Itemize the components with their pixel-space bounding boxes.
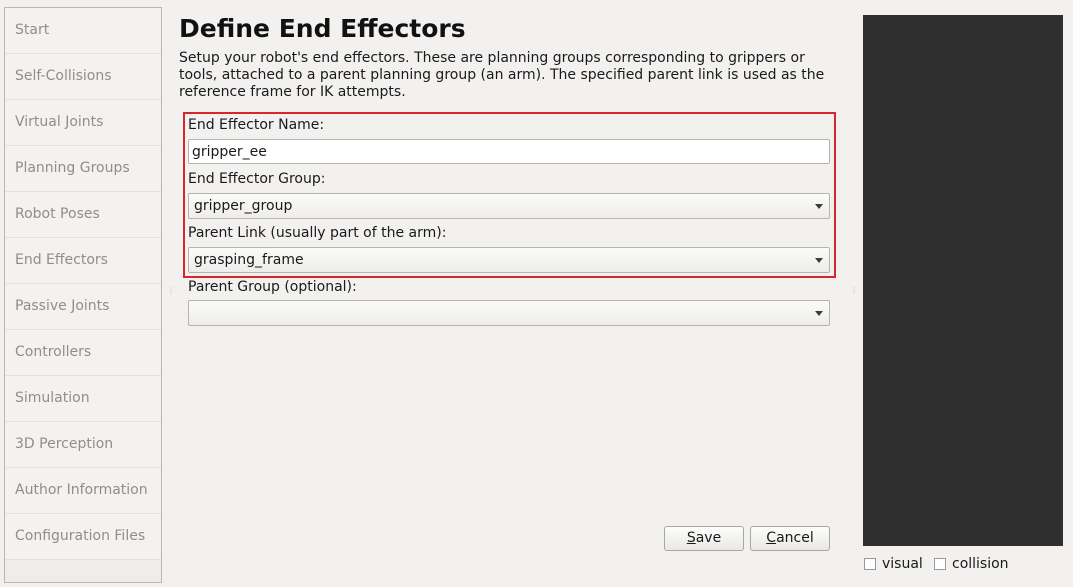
- sidebar-item-robot-poses[interactable]: Robot Poses: [5, 192, 161, 238]
- visual-checkbox[interactable]: [864, 558, 876, 570]
- parent-group-select[interactable]: [188, 300, 830, 326]
- chevron-down-icon: [815, 311, 823, 316]
- save-button[interactable]: Save: [664, 526, 744, 551]
- end-effector-name-input[interactable]: [188, 139, 830, 164]
- right-splitter-handle[interactable]: ⋮: [850, 287, 858, 295]
- sidebar-item-self-collisions[interactable]: Self-Collisions: [5, 54, 161, 100]
- end-effector-name-label: End Effector Name:: [188, 117, 325, 133]
- collision-checkbox[interactable]: [934, 558, 946, 570]
- sidebar-item-planning-groups[interactable]: Planning Groups: [5, 146, 161, 192]
- sidebar-nav: Start Self-Collisions Virtual Joints Pla…: [4, 7, 162, 583]
- sidebar-item-passive-joints[interactable]: Passive Joints: [5, 284, 161, 330]
- left-splitter-handle[interactable]: ⋮: [167, 287, 175, 295]
- save-button-mnemonic: S: [686, 530, 696, 546]
- sidebar-item-simulation[interactable]: Simulation: [5, 376, 161, 422]
- collision-toggle[interactable]: collision: [934, 556, 1009, 572]
- chevron-down-icon: [815, 258, 823, 263]
- collision-label: collision: [952, 556, 1009, 572]
- main-panel: Define End Effectors Setup your robot's …: [179, 12, 839, 101]
- end-effector-group-label: End Effector Group:: [188, 171, 326, 187]
- sidebar-item-author-information[interactable]: Author Information: [5, 468, 161, 514]
- sidebar-item-controllers[interactable]: Controllers: [5, 330, 161, 376]
- sidebar-item-configuration-files[interactable]: Configuration Files: [5, 514, 161, 560]
- sidebar-item-end-effectors[interactable]: End Effectors: [5, 238, 161, 284]
- sidebar-item-virtual-joints[interactable]: Virtual Joints: [5, 100, 161, 146]
- parent-group-label: Parent Group (optional):: [188, 279, 357, 295]
- page-description: Setup your robot's end effectors. These …: [179, 50, 825, 100]
- parent-link-value: grasping_frame: [194, 252, 304, 268]
- sidebar-item-3d-perception[interactable]: 3D Perception: [5, 422, 161, 468]
- visual-label: visual: [882, 556, 923, 572]
- chevron-down-icon: [815, 204, 823, 209]
- moveit-setup-assistant: Start Self-Collisions Virtual Joints Pla…: [0, 0, 1073, 587]
- sidebar-item-start[interactable]: Start: [5, 8, 161, 54]
- end-effector-group-value: gripper_group: [194, 198, 293, 214]
- parent-link-label: Parent Link (usually part of the arm):: [188, 225, 447, 241]
- save-button-label: ave: [695, 530, 722, 546]
- cancel-button-label: ancel: [776, 530, 814, 546]
- robot-3d-viewer[interactable]: [863, 15, 1063, 546]
- page-title: Define End Effectors: [179, 14, 466, 43]
- end-effector-group-select[interactable]: gripper_group: [188, 193, 830, 219]
- visual-toggle[interactable]: visual: [864, 556, 923, 572]
- cancel-button[interactable]: Cancel: [750, 526, 830, 551]
- cancel-button-mnemonic: C: [766, 530, 777, 546]
- parent-link-select[interactable]: grasping_frame: [188, 247, 830, 273]
